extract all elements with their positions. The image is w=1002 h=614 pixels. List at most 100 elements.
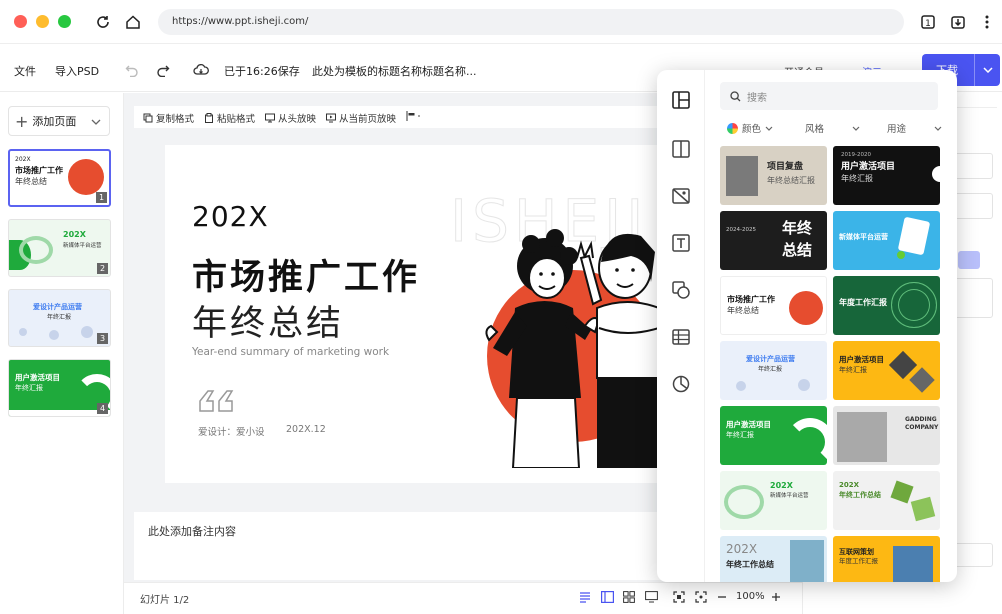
slide-subtitle[interactable]: 年终总结: [192, 295, 344, 346]
thumb-title: 用户激活项目: [15, 373, 60, 382]
plus-icon: +: [15, 111, 29, 131]
table-icon[interactable]: [669, 325, 693, 349]
thumb-subtitle: 新媒体平台运营: [63, 243, 102, 249]
chevron-down-icon[interactable]: [91, 115, 101, 128]
template-card[interactable]: 用户激活项目 年终汇报: [833, 341, 940, 400]
template-card[interactable]: 2024-2025 年终 总结: [720, 211, 827, 270]
template-decoration: [909, 367, 935, 393]
template-decoration: [891, 282, 937, 328]
normal-view-icon[interactable]: [600, 590, 614, 604]
close-window-button[interactable]: [14, 15, 27, 28]
grid-view-icon[interactable]: [622, 590, 636, 604]
shape-icon[interactable]: [669, 278, 693, 302]
thumb-decoration: [9, 410, 110, 416]
layout-icon[interactable]: [669, 137, 693, 161]
paste-format-button[interactable]: 粘贴格式: [204, 111, 255, 125]
slide-title[interactable]: 市场推广工作: [192, 249, 420, 300]
template-card[interactable]: 爱设计产品运营 年终汇报: [720, 341, 827, 400]
copy-format-button[interactable]: 复制格式: [143, 111, 194, 125]
notes-toggle-icon[interactable]: [578, 590, 592, 604]
usage-filter-label: 用途: [887, 124, 907, 135]
template-title: 市场推广工作: [727, 295, 775, 304]
people-illustration[interactable]: [475, 208, 659, 469]
template-card[interactable]: 年度工作汇报: [833, 276, 940, 335]
template-card[interactable]: 202X 新媒体平台运营: [720, 471, 827, 530]
copy-format-label: 复制格式: [156, 114, 195, 125]
color-filter-label: 颜色: [742, 124, 762, 135]
chevron-down-icon: [852, 126, 860, 131]
thumb-number: 1: [96, 192, 107, 203]
redo-icon[interactable]: [154, 61, 172, 79]
template-year: 2019-2020: [841, 152, 871, 158]
slide-thumbnail-1[interactable]: 202X 市场推广工作 年终总结 1: [8, 149, 111, 207]
usage-filter[interactable]: 用途: [887, 121, 942, 135]
quote-icon: [198, 389, 236, 417]
svg-text:1: 1: [925, 19, 931, 29]
thumb-year: 202X: [15, 156, 31, 163]
chevron-down-icon[interactable]: [974, 54, 1000, 86]
zoom-out-icon[interactable]: [715, 590, 729, 604]
template-card[interactable]: 202X 年终工作总结: [833, 471, 940, 530]
fullscreen-icon[interactable]: [694, 590, 708, 604]
text-icon[interactable]: [669, 231, 693, 255]
property-toggle[interactable]: [958, 251, 980, 269]
undo-icon[interactable]: [123, 61, 141, 79]
property-input[interactable]: [953, 193, 993, 219]
slide-thumbnail-2[interactable]: 202X 新媒体平台运营 2: [8, 219, 111, 277]
slide-thumbnail-4[interactable]: 用户激活项目 年终汇报 4: [8, 359, 111, 417]
file-menu[interactable]: 文件: [14, 63, 36, 79]
template-title: 202X: [770, 481, 793, 490]
slide-english-caption[interactable]: Year-end summary of marketing work: [192, 346, 389, 358]
import-psd-button[interactable]: 导入PSD: [55, 63, 99, 79]
minimize-window-button[interactable]: [36, 15, 49, 28]
template-card[interactable]: 202X 年终工作总结: [720, 536, 827, 582]
play-from-start-button[interactable]: 从头放映: [265, 111, 316, 125]
slide-year[interactable]: 202X: [192, 200, 269, 233]
layout-template-icon[interactable]: [669, 88, 693, 112]
slide-thumbnail-3[interactable]: 爱设计产品运营 年终汇报 3: [8, 289, 111, 347]
property-input[interactable]: [953, 543, 993, 567]
address-bar[interactable]: https://www.ppt.isheji.com/: [158, 9, 904, 35]
template-card[interactable]: 互联网策划 年度工作汇报: [833, 536, 940, 582]
play-from-current-button[interactable]: 从当前页放映: [326, 111, 396, 125]
template-card[interactable]: 2019-2020 用户激活项目 年终汇报: [833, 146, 940, 205]
slide-author[interactable]: 爱设计：爱小设: [198, 424, 265, 438]
template-title: 202X: [726, 542, 758, 556]
fit-screen-icon[interactable]: [672, 590, 686, 604]
template-card[interactable]: 新媒体平台运营: [833, 211, 940, 270]
document-title[interactable]: 此处为模板的标题名称标题名称...: [312, 63, 477, 79]
template-title: 用户激活项目: [726, 420, 771, 429]
reload-icon[interactable]: [92, 11, 114, 33]
template-card[interactable]: 市场推广工作 年终总结: [720, 276, 827, 335]
install-icon[interactable]: [947, 11, 969, 33]
property-stepper[interactable]: [953, 278, 993, 318]
tab-icon[interactable]: 1: [917, 11, 939, 33]
template-search-input[interactable]: 搜索: [720, 82, 938, 110]
template-image: [897, 216, 931, 256]
thumb-subtitle: 年终总结: [15, 177, 47, 186]
template-card[interactable]: GADDING COMPANY: [833, 406, 940, 465]
slide-canvas[interactable]: ISHEJI 202X 市场推广工作 年终总结 Year-end summary…: [165, 145, 659, 483]
maximize-window-button[interactable]: [58, 15, 71, 28]
slide-date[interactable]: 202X.12: [286, 424, 326, 435]
reading-view-icon[interactable]: [644, 590, 658, 604]
template-decoration: [890, 480, 914, 504]
chevron-down-icon: [934, 126, 942, 131]
more-icon[interactable]: [976, 11, 998, 33]
template-card[interactable]: 用户激活项目 年终汇报: [720, 406, 827, 465]
style-filter-label: 风格: [805, 124, 825, 135]
template-title: GADDING: [905, 416, 937, 423]
image-icon[interactable]: [669, 184, 693, 208]
notes-area[interactable]: 此处添加备注内容: [134, 512, 664, 580]
template-card[interactable]: 项目复盘 年终总结汇报: [720, 146, 827, 205]
property-input[interactable]: [953, 153, 993, 179]
add-page-button[interactable]: + 添加页面: [8, 106, 110, 136]
style-filter[interactable]: 风格: [805, 121, 860, 135]
home-icon[interactable]: [122, 11, 144, 33]
color-filter[interactable]: 颜色: [727, 121, 773, 135]
monitor-icon: [265, 113, 275, 123]
align-dropdown[interactable]: [406, 111, 422, 121]
chevron-down-icon: [765, 126, 773, 131]
zoom-in-icon[interactable]: [769, 590, 783, 604]
chart-icon[interactable]: [669, 372, 693, 396]
